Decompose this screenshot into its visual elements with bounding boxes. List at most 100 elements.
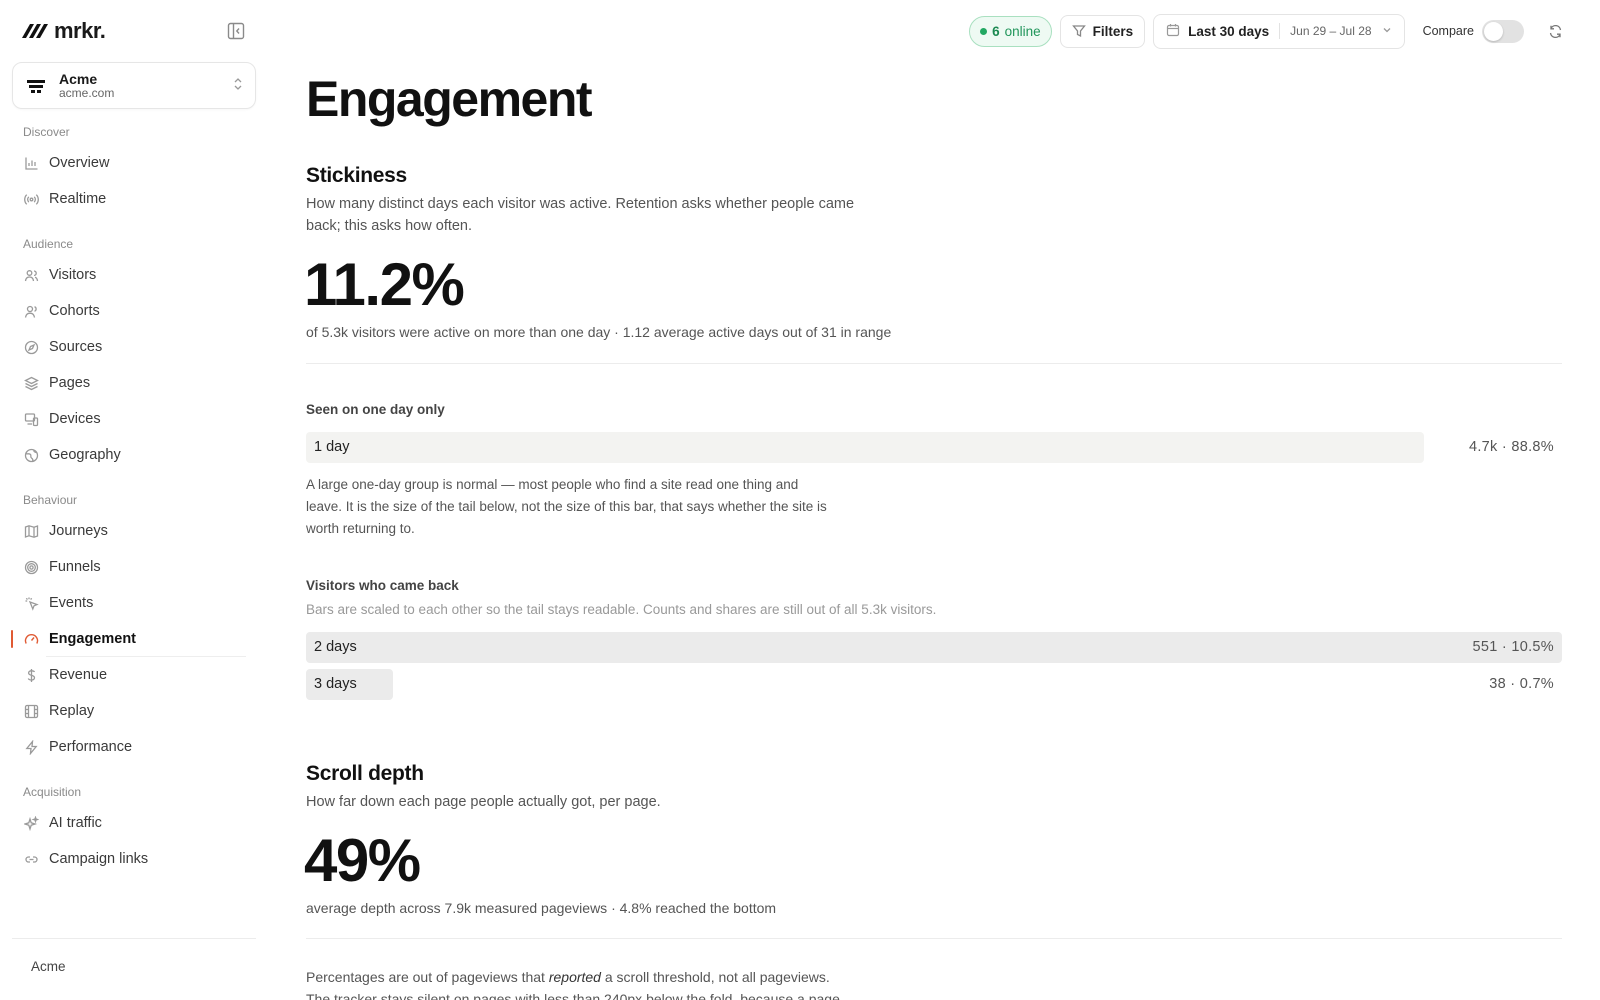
online-label: online <box>1004 23 1041 39</box>
sidebar: mrkr. Acme acme.com Discover Overview Re… <box>0 0 268 1000</box>
bolt-icon <box>23 739 39 755</box>
sidebar-item-label: Campaign links <box>49 851 149 867</box>
compare-label: Compare <box>1422 24 1474 38</box>
returning-label: Visitors who came back <box>306 578 459 593</box>
sidebar-item-funnels[interactable]: Funnels <box>12 549 256 585</box>
nav-group-label: Acquisition <box>23 785 82 799</box>
stickiness-title: Stickiness <box>306 164 407 187</box>
globe-icon <box>23 447 39 463</box>
dollar-icon <box>23 667 39 683</box>
toggle-knob <box>1484 21 1503 41</box>
sidebar-item-pages[interactable]: Pages <box>12 365 256 401</box>
chevron-up-down-icon <box>233 77 243 94</box>
logo-mark-icon <box>22 24 48 38</box>
layers-icon <box>23 375 39 391</box>
nav-group-label: Behaviour <box>23 493 78 507</box>
refresh-icon[interactable] <box>1542 18 1568 44</box>
users-icon <box>23 267 39 283</box>
date-divider <box>1279 23 1281 39</box>
stickiness-description: How many distinct days each visitor was … <box>306 196 855 212</box>
one-day-note-line-3: worth returning to. <box>306 521 415 536</box>
topbar: 6 online Filters Last 30 days Jun 29 – J… <box>969 13 1568 49</box>
sidebar-item-label: Geography <box>49 447 121 463</box>
sidebar-item-label: Visitors <box>49 267 97 283</box>
logo[interactable]: mrkr. <box>20 18 106 44</box>
sidebar-item-label: AI traffic <box>49 815 102 831</box>
devices-icon <box>23 411 39 427</box>
bar-fill <box>306 432 1424 463</box>
scroll-depth-note: Percentages are out of pageviews that re… <box>306 969 830 985</box>
bar-row-3-days[interactable]: 3 days 38 · 0.7% <box>306 669 1562 700</box>
sidebar-item-label: Engagement <box>49 631 137 647</box>
gauge-icon <box>23 631 39 647</box>
bar-value: 38 · 0.7% <box>1489 676 1554 692</box>
stickiness-headline: 11.2% <box>304 251 465 318</box>
sidebar-item-label: Replay <box>49 703 95 719</box>
sidebar-item-replay[interactable]: Replay <box>12 693 256 729</box>
compare-toggle[interactable] <box>1482 19 1524 43</box>
user-icon <box>23 303 39 319</box>
sidebar-item-visitors[interactable]: Visitors <box>12 257 256 293</box>
returning-hint: Bars are scaled to each other so the tai… <box>306 602 937 617</box>
cursor-click-icon <box>23 595 39 611</box>
sidebar-item-ai-traffic[interactable]: AI traffic <box>12 805 256 841</box>
bar-row-one-day[interactable]: 1 day 4.7k · 88.8% <box>306 432 1562 463</box>
sidebar-item-overview[interactable]: Overview <box>12 145 256 181</box>
sidebar-collapse-icon[interactable] <box>224 19 248 43</box>
bar-value: 4.7k · 88.8% <box>1468 439 1554 455</box>
scroll-depth-note-2: The tracker stays silent on pages with l… <box>306 991 840 1000</box>
bar-row-2-days[interactable]: 2 days 551 · 10.5% <box>306 632 1562 663</box>
workspace-domain: acme.com <box>59 85 115 100</box>
scroll-depth-title: Scroll depth <box>306 762 424 785</box>
stickiness-summary: of 5.3k visitors were active on more tha… <box>306 324 892 340</box>
sparkles-icon <box>23 815 39 831</box>
sidebar-item-label: Sources <box>49 339 103 355</box>
compass-icon <box>23 339 39 355</box>
sidebar-item-realtime[interactable]: Realtime <box>12 181 256 217</box>
sidebar-item-label: Funnels <box>49 559 101 575</box>
workspace-logo-icon <box>25 75 47 97</box>
sidebar-item-sources[interactable]: Sources <box>12 329 256 365</box>
date-range-picker[interactable]: Last 30 days Jun 29 – Jul 28 <box>1153 13 1405 49</box>
map-icon <box>23 523 39 539</box>
link-icon <box>23 851 39 867</box>
divider <box>306 363 1562 364</box>
sidebar-item-engagement[interactable]: Engagement <box>11 621 256 657</box>
sidebar-item-label: Devices <box>49 411 101 427</box>
nav-group-label: Audience <box>23 237 74 251</box>
bar-chart-icon <box>23 155 39 171</box>
bar-fill <box>306 632 1562 663</box>
sidebar-item-cohorts[interactable]: Cohorts <box>12 293 256 329</box>
sidebar-footer[interactable]: Acme <box>12 938 256 994</box>
scroll-depth-summary: average depth across 7.9k measured pagev… <box>306 900 777 916</box>
one-day-note-line-1: A large one-day group is normal — most p… <box>306 477 799 492</box>
one-day-note-line-2: leave. It is the size of the tail below,… <box>306 499 827 514</box>
date-preset-label: Last 30 days <box>1188 23 1270 39</box>
sidebar-item-journeys[interactable]: Journeys <box>12 513 256 549</box>
stickiness-description-2: back; this asks how often. <box>306 218 473 234</box>
bar-value: 551 · 10.5% <box>1472 639 1554 655</box>
sidebar-item-geography[interactable]: Geography <box>12 437 256 473</box>
sidebar-item-label: Realtime <box>49 191 107 207</box>
sidebar-item-label: Pages <box>49 375 91 391</box>
online-count: 6 <box>992 23 1000 39</box>
sidebar-item-performance[interactable]: Performance <box>12 729 256 765</box>
sidebar-item-events[interactable]: Events <box>12 585 256 621</box>
page-title: Engagement <box>306 71 593 127</box>
sidebar-item-label: Performance <box>49 739 133 755</box>
sidebar-item-label: Cohorts <box>49 303 100 319</box>
sidebar-item-campaign-links[interactable]: Campaign links <box>12 841 256 877</box>
workspace-switcher[interactable]: Acme acme.com <box>12 62 256 109</box>
filters-button[interactable]: Filters <box>1059 14 1146 48</box>
scroll-depth-headline: 49% <box>304 827 421 894</box>
calendar-icon <box>1166 23 1180 40</box>
sidebar-item-devices[interactable]: Devices <box>12 401 256 437</box>
sidebar-item-revenue[interactable]: Revenue <box>12 657 256 693</box>
online-indicator[interactable]: 6 online <box>969 15 1052 47</box>
sidebar-nav: Discover Overview Realtime Audience Visitors… <box>11 125 256 877</box>
chevron-down-icon <box>1382 25 1392 38</box>
filters-label: Filters <box>1092 23 1134 39</box>
sidebar-item-label: Events <box>49 595 94 611</box>
brand-row: mrkr. <box>12 0 256 62</box>
date-range-text: Jun 29 – Jul 28 <box>1290 24 1372 38</box>
